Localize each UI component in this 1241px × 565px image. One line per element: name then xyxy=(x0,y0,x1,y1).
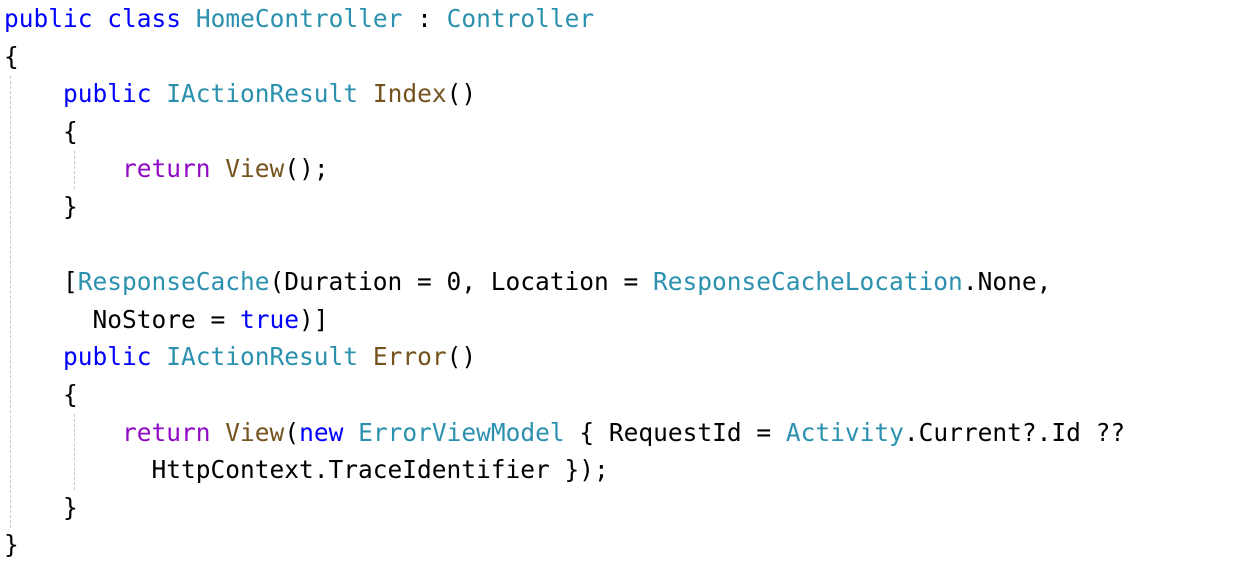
code-token: Index xyxy=(372,79,447,109)
code-line: return View(); xyxy=(4,150,1125,188)
code-token: { RequestId = xyxy=(564,417,786,447)
code-token: .Current?.Id ?? xyxy=(903,417,1126,447)
code-line: HttpContext.TraceIdentifier }); xyxy=(4,451,1125,489)
code-line: NoStore = true)] xyxy=(4,301,1125,339)
code-token: class xyxy=(107,4,182,33)
code-token: Activity xyxy=(785,417,904,447)
code-line: } xyxy=(4,526,1125,564)
code-line: } xyxy=(4,489,1125,527)
code-token: public xyxy=(63,79,152,109)
code-token: ErrorViewModel xyxy=(358,417,565,447)
code-token: View xyxy=(225,417,285,447)
code-token: public xyxy=(4,4,93,33)
code-token: () xyxy=(446,79,477,109)
code-line: return View(new ErrorViewModel { Request… xyxy=(4,414,1125,452)
code-line: public IActionResult Index() xyxy=(4,75,1125,113)
code-token: Controller xyxy=(446,4,595,33)
code-token: .None, xyxy=(962,267,1052,297)
code-token: IActionResult xyxy=(166,342,359,372)
code-token: return xyxy=(122,154,211,184)
code-line: } xyxy=(4,188,1125,226)
code-line: [ResponseCache(Duration = 0, Location = … xyxy=(4,263,1125,301)
code-token: Error xyxy=(372,342,447,372)
code-token: IActionResult xyxy=(166,79,359,109)
code-token: } xyxy=(4,492,78,522)
code-token: (Duration = 0, Location = xyxy=(269,267,654,297)
code-line: public class HomeController : Controller xyxy=(4,0,1125,38)
code-token: public xyxy=(63,342,152,372)
code-token: new xyxy=(299,417,344,447)
code-line: public IActionResult Error() xyxy=(4,338,1125,376)
code-token: (); xyxy=(284,154,329,184)
code-line: { xyxy=(4,376,1125,414)
code-line: { xyxy=(4,113,1125,151)
code-token: } xyxy=(4,191,78,221)
code-token: () xyxy=(446,342,477,372)
code-token: NoStore = xyxy=(4,304,241,334)
code-token: return xyxy=(122,417,211,447)
code-token: } xyxy=(4,530,19,560)
code-token: : xyxy=(402,4,447,33)
code-token: ResponseCacheLocation xyxy=(653,267,963,297)
code-editor[interactable]: public class HomeController : Controller… xyxy=(0,0,1241,565)
code-token: ResponseCache xyxy=(77,267,270,297)
code-token: View xyxy=(225,154,285,184)
code-token: HomeController xyxy=(195,4,403,33)
code-token: [ xyxy=(4,267,78,297)
code-token: true xyxy=(240,304,300,334)
code-text: public class HomeController : Controller… xyxy=(4,0,1125,564)
code-token: )] xyxy=(299,304,329,334)
code-token: { xyxy=(4,379,78,409)
code-token: { xyxy=(4,41,19,71)
code-token: HttpContext.TraceIdentifier }); xyxy=(4,455,609,485)
code-token: ( xyxy=(284,417,300,447)
code-token: { xyxy=(4,116,78,146)
code-line: { xyxy=(4,38,1125,76)
